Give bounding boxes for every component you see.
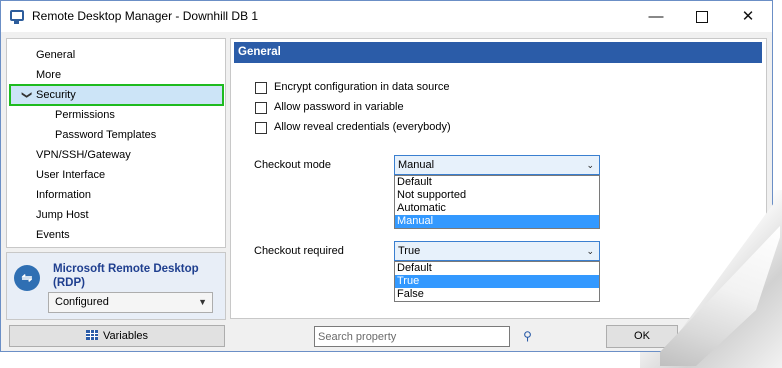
search-property-input[interactable] bbox=[314, 326, 510, 347]
checkout-mode-select[interactable]: Manual ⌄ bbox=[394, 155, 600, 175]
settings-nav-tree: General More ❯ Security Permissions Password … bbox=[6, 38, 226, 248]
nav-item-vpn-ssh-gateway[interactable]: VPN/SSH/Gateway bbox=[7, 145, 225, 165]
dropdown-option[interactable]: True bbox=[395, 275, 599, 288]
app-icon bbox=[10, 10, 24, 24]
nav-item-password-templates[interactable]: Password Templates bbox=[7, 125, 225, 145]
grid-icon bbox=[85, 330, 98, 340]
title-bar: Remote Desktop Manager - Downhill DB 1 —… bbox=[1, 1, 772, 32]
window-title: Remote Desktop Manager - Downhill DB 1 bbox=[32, 9, 259, 23]
allow-reveal-credentials-checkbox[interactable] bbox=[255, 122, 267, 134]
nav-item-label: Security bbox=[36, 89, 76, 101]
encrypt-config-label: Encrypt configuration in data source bbox=[274, 81, 450, 93]
nav-item-label: VPN/SSH/Gateway bbox=[36, 149, 131, 161]
nav-item-label: Jump Host bbox=[36, 209, 89, 221]
variables-button[interactable]: Variables bbox=[9, 325, 225, 347]
checkout-mode-dropdown: Default Not supported Automatic Manual bbox=[394, 175, 600, 229]
variables-label: Variables bbox=[102, 330, 149, 342]
dropdown-option[interactable]: Automatic bbox=[395, 202, 599, 215]
nav-item-general[interactable]: General bbox=[7, 45, 225, 65]
chevron-down-icon: ▼ bbox=[198, 297, 207, 307]
close-button[interactable]: ✕ bbox=[725, 1, 771, 32]
checkout-required-value: True bbox=[398, 245, 421, 257]
dropdown-option[interactable]: False bbox=[395, 288, 599, 301]
nav-item-label: Permissions bbox=[55, 109, 115, 121]
dialog-window: Remote Desktop Manager - Downhill DB 1 —… bbox=[0, 0, 773, 352]
nav-item-security[interactable]: ❯ Security bbox=[9, 84, 224, 106]
nav-item-label: General bbox=[36, 49, 76, 61]
nav-item-label: More bbox=[36, 69, 62, 81]
nav-item-label: Events bbox=[36, 229, 70, 241]
nav-item-permissions[interactable]: Permissions bbox=[7, 105, 225, 125]
binoculars-icon[interactable]: ⚲ bbox=[516, 326, 539, 347]
checkout-required-select[interactable]: True ⌄ bbox=[394, 241, 600, 261]
session-type-name: Microsoft Remote Desktop (RDP) bbox=[53, 263, 199, 289]
checkout-mode-value: Manual bbox=[398, 159, 435, 171]
nav-item-events[interactable]: Events bbox=[7, 225, 225, 245]
chevron-down-icon[interactable]: ❯ bbox=[16, 91, 36, 99]
dropdown-option[interactable]: Not supported bbox=[395, 189, 599, 202]
nav-item-more[interactable]: More bbox=[7, 65, 225, 85]
dropdown-option[interactable]: Default bbox=[395, 262, 599, 275]
chevron-down-icon: ⌄ bbox=[586, 246, 594, 256]
nav-item-label: Password Templates bbox=[55, 129, 157, 141]
nav-item-jump-host[interactable]: Jump Host bbox=[7, 205, 225, 225]
encrypt-config-checkbox[interactable] bbox=[255, 82, 267, 94]
properties-panel: General Encrypt configuration in data so… bbox=[230, 38, 767, 319]
checkout-required-dropdown: Default True False bbox=[394, 261, 600, 302]
allow-password-variable-label: Allow password in variable bbox=[274, 101, 404, 113]
rdp-icon: ⇋ bbox=[14, 265, 40, 291]
dropdown-option[interactable]: Manual bbox=[395, 215, 599, 228]
chevron-down-icon: ⌄ bbox=[586, 160, 594, 170]
session-status-select[interactable]: Configured ▼ bbox=[48, 292, 213, 313]
maximize-button[interactable] bbox=[679, 1, 725, 32]
nav-item-label: Information bbox=[36, 189, 92, 201]
minimize-button[interactable]: — bbox=[633, 1, 679, 32]
checkout-mode-label: Checkout mode bbox=[254, 159, 332, 171]
nav-item-label: User Interface bbox=[36, 169, 106, 181]
session-status-value: Configured bbox=[55, 296, 109, 308]
session-type-panel: ⇋ Microsoft Remote Desktop (RDP) Configu… bbox=[6, 252, 226, 320]
section-header: General bbox=[234, 42, 762, 63]
allow-reveal-credentials-label: Allow reveal credentials (everybody) bbox=[274, 121, 451, 133]
allow-password-variable-checkbox[interactable] bbox=[255, 102, 267, 114]
dropdown-option[interactable]: Default bbox=[395, 176, 599, 189]
maximize-icon bbox=[696, 11, 708, 24]
nav-item-user-interface[interactable]: User Interface bbox=[7, 165, 225, 185]
checkout-required-label: Checkout required bbox=[254, 245, 344, 257]
nav-item-information[interactable]: Information bbox=[7, 185, 225, 205]
